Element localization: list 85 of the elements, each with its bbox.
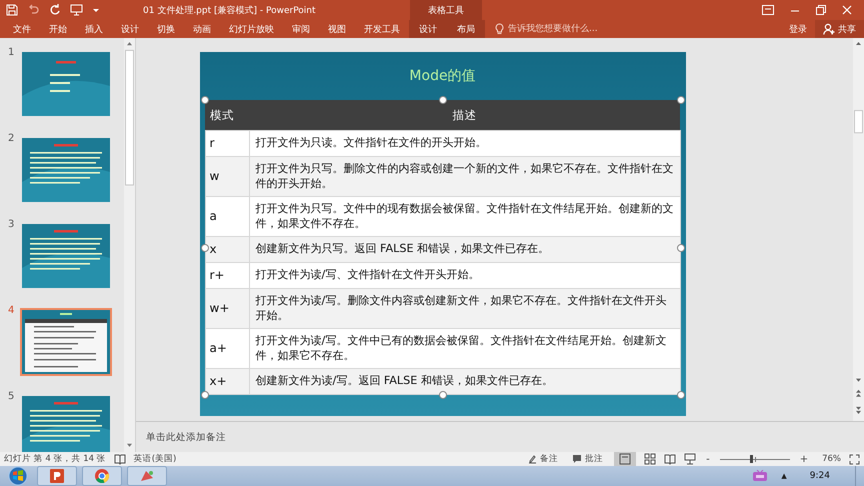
zoom-slider[interactable] xyxy=(720,454,790,464)
resize-handle[interactable] xyxy=(438,96,446,104)
notes-field[interactable]: 单击此处添加备注 xyxy=(146,432,346,442)
slide-sorter-icon[interactable] xyxy=(644,453,656,465)
zoom-level[interactable]: 76% xyxy=(822,454,841,464)
ribbon-tab[interactable]: 幻灯片放映 xyxy=(220,20,283,38)
ribbon-tab[interactable]: 动画 xyxy=(184,20,220,38)
spelling-icon[interactable] xyxy=(114,454,126,464)
comments-button[interactable]: 批注 xyxy=(569,453,606,465)
column-header: 模式 xyxy=(205,100,249,130)
tray-app-icon[interactable] xyxy=(752,470,768,482)
table-cell: 打开文件为只读。文件指针在文件的开头开始。 xyxy=(249,130,680,156)
save-icon[interactable] xyxy=(6,4,18,16)
table-cell: 创建新文件为只写。返回 FALSE 和错误，如果文件已存在。 xyxy=(249,236,680,262)
sign-in-link[interactable]: 登录 xyxy=(781,20,815,38)
resize-handle[interactable] xyxy=(676,391,684,399)
ribbon-tab[interactable]: 审阅 xyxy=(283,20,319,38)
slide-count: 幻灯片 第 4 张，共 14 张 xyxy=(4,453,106,465)
slide-thumbnail[interactable] xyxy=(20,222,112,290)
table-cell: r xyxy=(205,130,249,156)
table-cell: w+ xyxy=(205,288,249,328)
undo-icon[interactable] xyxy=(27,4,40,16)
table-cell: a+ xyxy=(205,328,249,368)
table-cell: 打开文件为读/写。删除文件内容或创建新文件，如果它不存在。文件指针在文件开头开始。 xyxy=(249,288,680,328)
slide-number: 2 xyxy=(8,133,16,144)
context-group-label: 表格工具 xyxy=(428,4,464,16)
table-cell: x xyxy=(205,236,249,262)
ribbon-tab[interactable]: 设计 xyxy=(409,20,447,38)
zoom-in-button[interactable]: + xyxy=(798,454,810,464)
zoom-out-button[interactable]: - xyxy=(704,454,712,464)
table-cell: w xyxy=(205,156,249,196)
table-cell: 打开文件为只写。删除文件的内容或创建一个新的文件，如果它不存在。文件指针在文件的开头开始。 xyxy=(249,156,680,196)
notes-button[interactable]: 备注 xyxy=(525,453,562,465)
reading-view-icon[interactable] xyxy=(664,453,676,465)
ribbon-tab[interactable]: 切换 xyxy=(148,20,184,38)
resize-handle[interactable] xyxy=(200,391,208,399)
window-title: 01 文件处理.ppt [兼容模式] - PowerPoint xyxy=(143,4,316,16)
language-label[interactable]: 英语(美国) xyxy=(134,453,176,465)
normal-view-icon[interactable] xyxy=(614,452,636,466)
ribbon-tab[interactable]: 开发工具 xyxy=(355,20,409,38)
resize-handle[interactable] xyxy=(676,96,684,104)
clock: 9:24 xyxy=(810,471,830,481)
app-taskbar-icon[interactable] xyxy=(127,466,167,486)
slide-thumbnail[interactable] xyxy=(20,136,112,204)
slide-number: 5 xyxy=(8,391,16,402)
slide-title: Mode的值 xyxy=(409,67,476,86)
comment-icon xyxy=(572,454,582,464)
resize-handle[interactable] xyxy=(200,244,208,252)
slide-number: 4 xyxy=(8,305,16,316)
slide-thumbnail[interactable] xyxy=(20,394,112,452)
column-header: 描述 xyxy=(249,100,680,130)
table-cell: 打开文件为读/写、文件指针在文件开头开始。 xyxy=(249,262,680,288)
notes-icon xyxy=(528,454,538,464)
table-cell: 打开文件为读/写。文件中已有的数据会被保留。文件指针在文件结尾开始。创建新文件，如果它不存在。 xyxy=(249,328,680,368)
ribbon-display-icon[interactable] xyxy=(762,5,774,15)
resize-handle[interactable] xyxy=(200,96,208,104)
table-cell: x+ xyxy=(205,368,249,394)
lightbulb-icon xyxy=(495,23,504,35)
fit-to-window-icon[interactable] xyxy=(849,454,860,464)
powerpoint-taskbar-icon[interactable] xyxy=(37,466,77,486)
presentation-icon[interactable] xyxy=(684,453,696,465)
ribbon-tab[interactable]: 设计 xyxy=(112,20,148,38)
slide-thumbnail[interactable] xyxy=(20,50,112,118)
table-cell: 打开文件为只写。文件中的现有数据会被保留。文件指针在文件结尾开始。创建新的文件，如果文件不存在。 xyxy=(249,196,680,236)
zoom-slider-thumb[interactable] xyxy=(750,455,754,463)
ribbon-tab[interactable]: 布局 xyxy=(447,20,485,38)
restore-icon[interactable] xyxy=(816,5,826,15)
table-cell: a xyxy=(205,196,249,236)
ribbon-tab[interactable]: 插入 xyxy=(76,20,112,38)
slide-number: 1 xyxy=(8,47,16,58)
share-button[interactable]: 共享 xyxy=(815,20,864,38)
browser-taskbar-icon[interactable] xyxy=(82,466,122,486)
slide-number: 3 xyxy=(8,219,16,230)
ribbon-tab[interactable]: 开始 xyxy=(40,20,76,38)
redo-icon[interactable] xyxy=(49,4,61,16)
table-cell: r+ xyxy=(205,262,249,288)
ribbon-tab[interactable]: 文件 xyxy=(4,20,40,38)
slide-thumbnail[interactable] xyxy=(20,308,112,376)
scrollbar[interactable] xyxy=(853,38,864,421)
slideshow-icon[interactable] xyxy=(70,4,83,16)
person-icon xyxy=(823,23,835,35)
scrollbar[interactable] xyxy=(124,38,135,452)
close-icon[interactable] xyxy=(842,5,852,15)
table-cell: 创建新文件为读/写。返回 FALSE 和错误，如果文件已存在。 xyxy=(249,368,680,394)
ribbon-tab[interactable]: 视图 xyxy=(319,20,355,38)
